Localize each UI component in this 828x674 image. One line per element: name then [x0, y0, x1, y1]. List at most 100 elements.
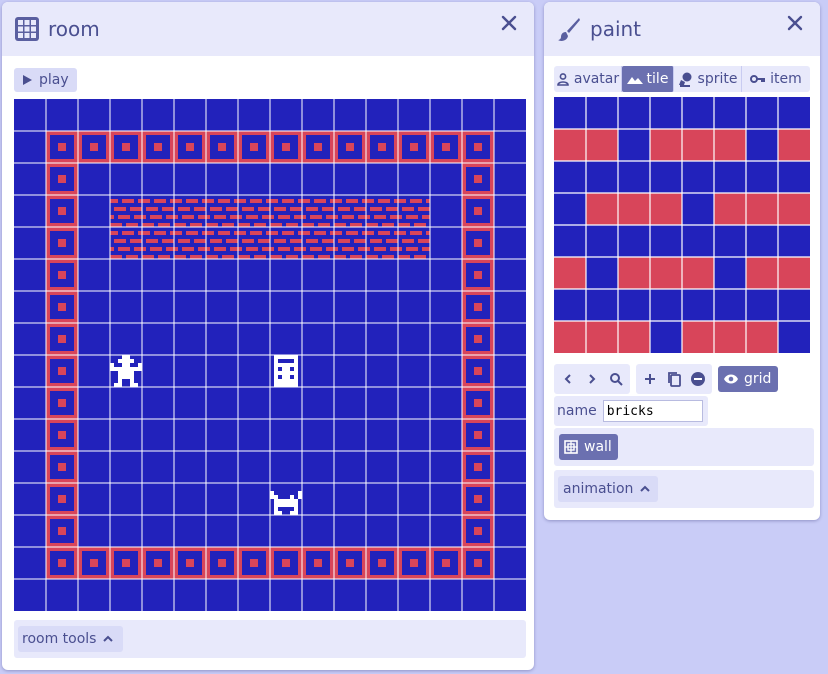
paint-pixel[interactable] [586, 289, 618, 321]
paint-pixel[interactable] [586, 321, 618, 353]
paint-pixel[interactable] [714, 321, 746, 353]
paint-pixel[interactable] [618, 257, 650, 289]
paint-pixel[interactable] [682, 161, 714, 193]
paint-pixel[interactable] [778, 193, 810, 225]
paint-pixel[interactable] [778, 225, 810, 257]
paintbrush-icon [558, 18, 580, 41]
paint-pixel[interactable] [554, 321, 586, 353]
paint-pixel[interactable] [554, 193, 586, 225]
paint-pixel[interactable] [586, 257, 618, 289]
wall-tile [206, 131, 238, 163]
paint-pixel[interactable] [586, 129, 618, 161]
paint-pixel[interactable] [746, 97, 778, 129]
paint-pixel[interactable] [618, 161, 650, 193]
paint-pixel[interactable] [746, 321, 778, 353]
tab-avatar[interactable]: avatar [554, 66, 622, 92]
paint-pixel[interactable] [714, 193, 746, 225]
wall-tile [366, 547, 398, 579]
paint-pixel[interactable] [746, 193, 778, 225]
paint-pixel[interactable] [778, 289, 810, 321]
close-icon[interactable] [500, 14, 518, 32]
add-tile-button[interactable] [639, 368, 661, 390]
paint-pixel[interactable] [682, 321, 714, 353]
paint-pixel[interactable] [682, 97, 714, 129]
room-map-canvas[interactable] [14, 99, 526, 611]
paint-pixel[interactable] [650, 129, 682, 161]
paint-pixel[interactable] [778, 321, 810, 353]
paint-pixel[interactable] [746, 129, 778, 161]
wall-tile [46, 323, 78, 355]
paint-pixel[interactable] [778, 161, 810, 193]
tab-tile-label: tile [646, 71, 669, 87]
paint-pixel[interactable] [746, 257, 778, 289]
paint-pixel[interactable] [682, 225, 714, 257]
paint-pixel[interactable] [586, 97, 618, 129]
paint-pixel[interactable] [778, 97, 810, 129]
paint-pixel[interactable] [682, 257, 714, 289]
paint-pixel[interactable] [746, 225, 778, 257]
paint-pixel[interactable] [586, 193, 618, 225]
find-tile-button[interactable] [605, 368, 627, 390]
wall-toggle-button[interactable]: wall [559, 434, 618, 460]
paint-pixel[interactable] [618, 321, 650, 353]
wall-tile [46, 419, 78, 451]
search-icon [610, 373, 623, 386]
play-label: play [39, 72, 69, 88]
paint-pixel[interactable] [650, 321, 682, 353]
paint-pixel[interactable] [650, 193, 682, 225]
paint-pixel[interactable] [554, 129, 586, 161]
paint-pixel[interactable] [554, 97, 586, 129]
paint-pixel[interactable] [586, 225, 618, 257]
paint-pixel[interactable] [650, 161, 682, 193]
paint-pixel[interactable] [554, 161, 586, 193]
wall-checkbox-icon [564, 440, 578, 454]
wall-tile [462, 131, 494, 163]
paint-pixel[interactable] [682, 289, 714, 321]
tab-sprite[interactable]: sprite [674, 66, 742, 92]
name-label: name [557, 403, 597, 419]
paint-pixel[interactable] [682, 129, 714, 161]
wall-tile [430, 131, 462, 163]
paint-pixel[interactable] [778, 257, 810, 289]
close-icon[interactable] [786, 14, 804, 32]
paint-pixel[interactable] [618, 97, 650, 129]
wall-tile [46, 451, 78, 483]
paint-pixel[interactable] [618, 225, 650, 257]
tab-tile[interactable]: tile [622, 66, 674, 92]
room-tools-button[interactable]: room tools [18, 626, 124, 652]
paint-pixel[interactable] [618, 129, 650, 161]
paint-pixel[interactable] [650, 257, 682, 289]
prev-tile-button[interactable] [557, 368, 579, 390]
animation-button[interactable]: animation [558, 476, 659, 502]
paint-pixel[interactable] [650, 97, 682, 129]
paint-pixel[interactable] [650, 289, 682, 321]
wall-tile [270, 131, 302, 163]
paint-pixel[interactable] [618, 289, 650, 321]
paint-pixel[interactable] [554, 225, 586, 257]
paint-pixel[interactable] [554, 257, 586, 289]
tile-name-input[interactable] [602, 400, 703, 422]
paint-pixel[interactable] [778, 129, 810, 161]
paint-pixel[interactable] [650, 225, 682, 257]
paint-pixel[interactable] [714, 161, 746, 193]
grid-toggle-button[interactable]: grid [718, 366, 779, 392]
wall-tile [78, 547, 110, 579]
paint-pixel[interactable] [586, 161, 618, 193]
tab-item[interactable]: item [742, 66, 810, 92]
copy-tile-button[interactable] [663, 368, 685, 390]
paint-pixel[interactable] [714, 129, 746, 161]
play-button[interactable]: play [14, 68, 77, 92]
paint-pixel[interactable] [746, 289, 778, 321]
tile-paint-canvas[interactable] [554, 97, 810, 353]
paint-pixel[interactable] [618, 193, 650, 225]
delete-tile-button[interactable] [687, 368, 709, 390]
paint-pixel[interactable] [714, 97, 746, 129]
paint-pixel[interactable] [714, 225, 746, 257]
plus-icon [645, 374, 655, 384]
paint-pixel[interactable] [746, 161, 778, 193]
paint-pixel[interactable] [554, 289, 586, 321]
paint-pixel[interactable] [714, 289, 746, 321]
next-tile-button[interactable] [581, 368, 603, 390]
paint-pixel[interactable] [714, 257, 746, 289]
paint-pixel[interactable] [682, 193, 714, 225]
